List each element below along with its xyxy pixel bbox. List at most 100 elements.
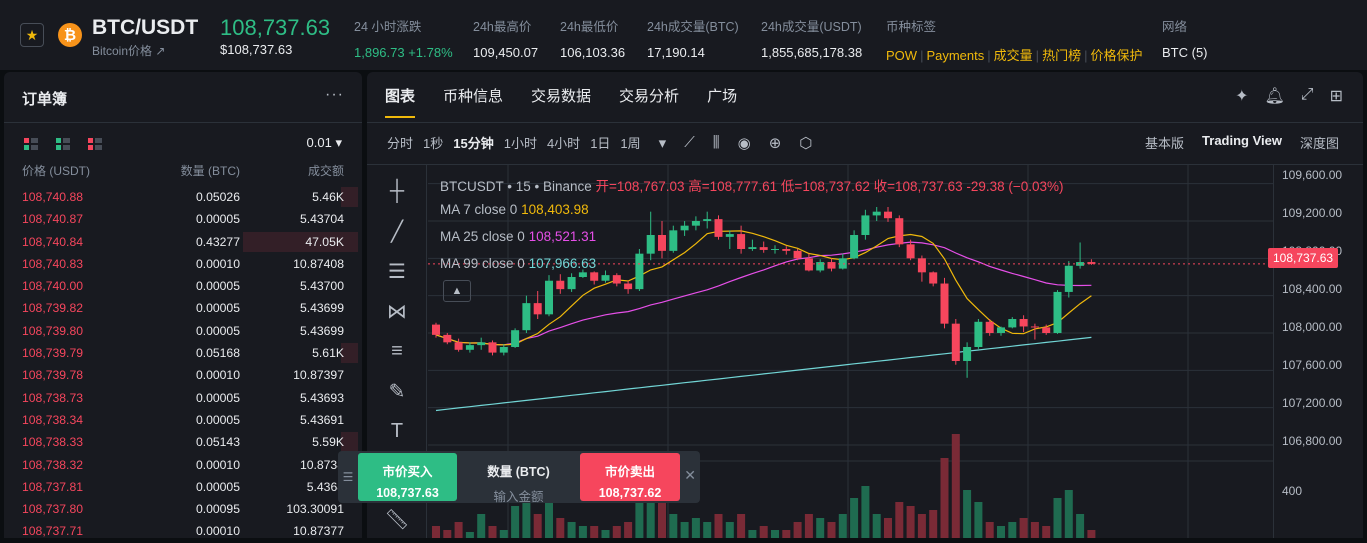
volume-bar: [940, 458, 949, 538]
ask-row[interactable]: 108,737.81 0.00005 5.4368: [4, 476, 362, 498]
ask-price: 108,739.78: [22, 368, 83, 383]
pattern-icon[interactable]: ⋈: [383, 297, 411, 325]
volume-bar: [1064, 490, 1073, 538]
volume-bar: [850, 498, 859, 538]
indicator-icon[interactable]: ⟋: [684, 134, 695, 151]
interval-option[interactable]: 4小时: [547, 133, 580, 152]
ask-row[interactable]: 108,740.84 0.43277 47.05K: [4, 231, 362, 253]
ask-row[interactable]: 108,739.80 0.00005 5.43699: [4, 320, 362, 342]
view-option[interactable]: 深度图: [1300, 133, 1339, 152]
volume-bar: [895, 502, 904, 538]
ask-row[interactable]: 108,738.34 0.00005 5.43691: [4, 409, 362, 431]
ask-row[interactable]: 108,739.82 0.00005 5.43699: [4, 297, 362, 319]
pair-subtitle-link[interactable]: Bitcoin价格 ↗: [92, 42, 165, 59]
horizontal-lines-icon[interactable]: ☰: [383, 257, 411, 285]
view-option-active[interactable]: Trading View: [1202, 133, 1282, 152]
tab-coin-info[interactable]: 币种信息: [443, 85, 503, 118]
interval-option[interactable]: 分时: [387, 133, 413, 152]
tag-item[interactable]: 成交量: [994, 48, 1033, 63]
camera-icon[interactable]: ◉: [738, 134, 751, 152]
asks-only-view-icon[interactable]: [88, 138, 102, 150]
volume-bar: [827, 522, 836, 538]
ask-row[interactable]: 108,740.83 0.00010 10.87408: [4, 253, 362, 275]
pair-symbol[interactable]: BTC/USDT: [92, 16, 198, 40]
ask-price: 108,737.71: [22, 524, 83, 539]
interval-option[interactable]: 1秒: [423, 133, 443, 152]
trend-line-icon[interactable]: ╱: [383, 217, 411, 245]
chevron-down-icon[interactable]: ▾: [659, 134, 667, 152]
ask-row[interactable]: 108,737.80 0.00095 103.30091: [4, 498, 362, 520]
text-icon[interactable]: T: [383, 417, 411, 445]
quantity-input[interactable]: 数量 (BTC) 输入金额: [459, 453, 578, 504]
settings-icon[interactable]: ⬡: [799, 134, 812, 152]
collapse-legend-icon[interactable]: ▲: [443, 280, 471, 302]
ask-qty: 0.00010: [195, 524, 240, 539]
ask-row[interactable]: 108,740.88 0.05026 5.46K: [4, 186, 362, 208]
y-tick: 108,000.00: [1282, 320, 1343, 334]
ask-row[interactable]: 108,739.78 0.00010 10.87397: [4, 364, 362, 386]
layout-grid-icon[interactable]: ⊞: [1330, 86, 1343, 106]
volume-bar: [748, 530, 757, 538]
ask-row[interactable]: 108,738.73 0.00005 5.43693: [4, 387, 362, 409]
ask-row[interactable]: 108,740.87 0.00005 5.43704: [4, 208, 362, 230]
ask-row[interactable]: 108,737.71 0.00010 10.87377: [4, 520, 362, 542]
ask-row[interactable]: 108,738.32 0.00010 10.8738: [4, 454, 362, 476]
interval-option-active[interactable]: 15分钟: [453, 133, 493, 152]
volume-bar: [737, 514, 746, 538]
interval-option[interactable]: 1日: [590, 133, 610, 152]
ask-qty: 0.43277: [195, 234, 240, 249]
bell-icon[interactable]: 🔔︎: [1264, 86, 1284, 106]
ask-row[interactable]: 108,738.33 0.05143 5.59K: [4, 431, 362, 453]
brush-icon[interactable]: ✎: [383, 377, 411, 405]
candle-type-icon[interactable]: ⫼: [713, 134, 720, 151]
expand-icon[interactable]: ⤢: [1301, 86, 1314, 106]
tag-item[interactable]: 价格保护: [1090, 48, 1142, 63]
tags-list: POW | Payments | 成交量 | 热门榜 | 价格保护: [886, 45, 1142, 64]
tab-trading-analysis[interactable]: 交易分析: [619, 85, 679, 118]
order-book-view-toggles: [24, 138, 102, 150]
candle-body: [1064, 265, 1073, 292]
ask-total: 10.87408: [293, 256, 344, 271]
ask-price: 108,740.84: [22, 234, 83, 249]
ask-row[interactable]: 108,740.00 0.00005 5.43700: [4, 275, 362, 297]
both-sides-view-icon[interactable]: [24, 138, 38, 150]
ruler-icon[interactable]: 📏︎: [383, 505, 411, 533]
tab-square[interactable]: 广场: [707, 85, 737, 118]
tab-chart[interactable]: 图表: [385, 85, 416, 118]
volume-bar: [511, 506, 520, 538]
tab-trading-data[interactable]: 交易数据: [531, 85, 591, 118]
ask-price: 108,740.00: [22, 279, 83, 294]
market-buy-button[interactable]: 市价买入 108,737.63: [358, 453, 457, 501]
view-option[interactable]: 基本版: [1145, 133, 1184, 152]
tag-item[interactable]: POW: [886, 48, 917, 63]
volume-bar: [612, 526, 621, 538]
network-value[interactable]: BTC (5): [1162, 45, 1208, 60]
stat-value: 1,855,685,178.38: [761, 45, 863, 60]
more-options-icon[interactable]: ···: [325, 86, 344, 104]
ask-price: 108,738.34: [22, 412, 83, 427]
favorite-star-icon[interactable]: ★: [20, 23, 44, 47]
ask-qty: 0.00095: [195, 502, 240, 517]
precision-select[interactable]: 0.01 ▾: [307, 135, 342, 151]
candle-body: [940, 283, 949, 324]
market-sell-button[interactable]: 市价卖出 108,737.62: [580, 453, 680, 501]
ask-qty: 0.00010: [195, 457, 240, 472]
close-icon[interactable]: ✕: [684, 467, 696, 484]
ask-row[interactable]: 108,739.79 0.05168 5.61K: [4, 342, 362, 364]
add-icon[interactable]: ⊕: [769, 134, 782, 152]
stat-24h-volume-btc: 24h成交量(BTC) 17,190.14: [647, 16, 739, 60]
tag-item[interactable]: 热门榜: [1042, 48, 1081, 63]
candle-body: [1076, 262, 1085, 266]
ask-total: 5.43693: [299, 390, 344, 405]
tag-item[interactable]: Payments: [926, 48, 984, 63]
sparkle-ai-icon[interactable]: ✦: [1235, 86, 1248, 106]
candle-body: [1053, 291, 1062, 333]
drag-handle-icon[interactable]: ☰: [338, 451, 358, 503]
crosshair-icon[interactable]: ┼: [383, 177, 411, 205]
y-tick-volume: 400: [1282, 484, 1303, 498]
fib-icon[interactable]: ≡: [383, 337, 411, 365]
interval-option[interactable]: 1小时: [504, 133, 537, 152]
legend-ohlc: 开=108,767.03 高=108,777.61 低=108,737.62 收…: [595, 179, 1064, 194]
bids-only-view-icon[interactable]: [56, 138, 70, 150]
interval-option[interactable]: 1周: [620, 133, 640, 152]
